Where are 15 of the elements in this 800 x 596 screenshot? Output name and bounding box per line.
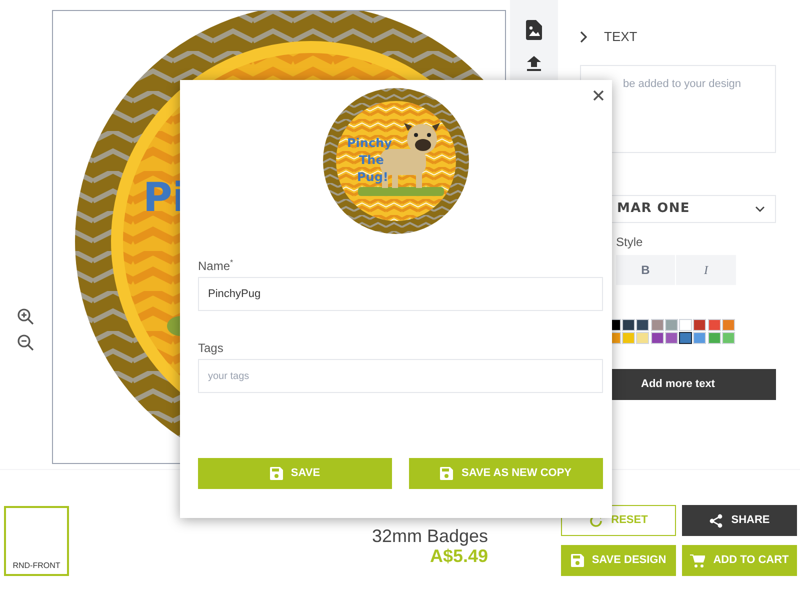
product-title: 32mm Badges [372, 526, 488, 546]
share-button[interactable]: SHARE [682, 505, 797, 536]
italic-button[interactable]: I [676, 255, 736, 285]
thumbnail-label: RND-FRONT [12, 560, 60, 572]
product-price: A$5.49 [430, 546, 488, 566]
tags-label: Tags [198, 340, 224, 353]
name-field[interactable]: PinchyPug [198, 277, 603, 311]
style-label: Style [616, 234, 644, 251]
required-mark: * [230, 257, 234, 269]
tags-field[interactable]: your tags [198, 359, 603, 393]
name-label: Name [198, 258, 230, 275]
section-title[interactable]: TEXT [604, 27, 638, 47]
thumbnail[interactable]: RND-FRONT [4, 506, 69, 576]
bold-button[interactable]: B [616, 255, 675, 285]
text-input[interactable]: be added to your design [580, 65, 776, 153]
